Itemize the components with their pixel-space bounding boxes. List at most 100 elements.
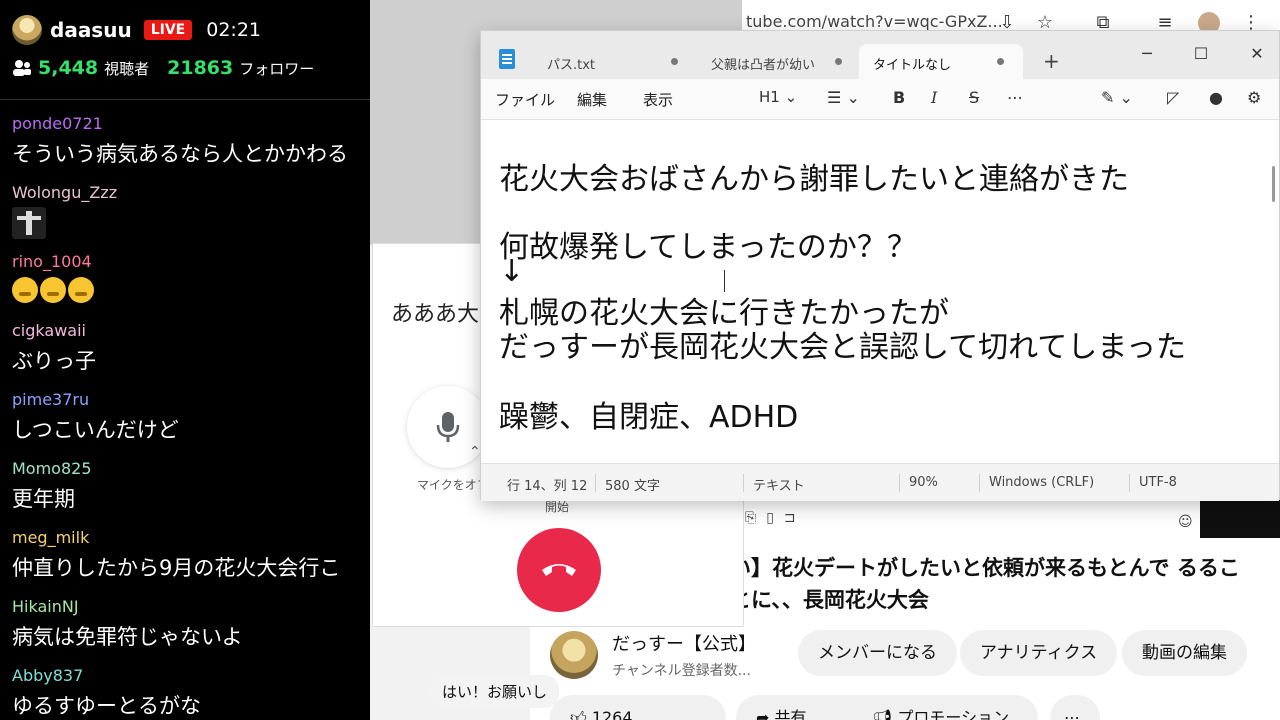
- promotion-button[interactable]: 📢︎ プロモーション: [852, 695, 1038, 720]
- copilot-icon[interactable]: ✎ ⌄: [1101, 88, 1133, 107]
- chat-message: rino_1004: [0, 238, 370, 307]
- edit-video-button[interactable]: 動画の編集: [1122, 630, 1247, 676]
- more-button[interactable]: ⋯: [1050, 695, 1100, 720]
- save-icon[interactable]: ▯: [766, 510, 774, 536]
- clip-icon[interactable]: ⎘: [745, 510, 756, 536]
- viewer-count: 5,448: [38, 57, 99, 79]
- menu-view[interactable]: 表示: [643, 89, 673, 110]
- format-label[interactable]: テキスト: [753, 475, 805, 494]
- lying-face-emoji: [40, 277, 66, 303]
- heading-dropdown[interactable]: H1 ⌄: [759, 88, 797, 106]
- new-tab-icon[interactable]: +: [1043, 49, 1060, 73]
- list-dropdown[interactable]: ☰ ⌄: [827, 88, 860, 107]
- encoding[interactable]: UTF-8: [1139, 475, 1177, 490]
- chat-message: ponde0721 そういう病気あるなら人とかかわる: [0, 100, 370, 169]
- editor-line: 何故爆発してしまったのか？？: [499, 230, 917, 265]
- line-ending[interactable]: Windows (CRLF): [989, 475, 1094, 490]
- notepad-app-icon: [499, 49, 515, 69]
- viewers-icon: [13, 60, 31, 76]
- mic-icon: [436, 412, 460, 442]
- chat-username: meg_milk: [12, 528, 90, 547]
- zoom-level[interactable]: 90%: [909, 475, 938, 490]
- streamer-name: daasuu: [50, 18, 132, 42]
- promotion-label: プロモーション: [897, 708, 1010, 720]
- scrollbar-thumb[interactable]: [1272, 166, 1275, 202]
- feedback-icon[interactable]: ◸: [1167, 88, 1179, 107]
- chat-text: 病気は免罪符じゃないよ: [12, 625, 243, 649]
- cursor-position: 行 14、列 12: [507, 479, 588, 494]
- settings-gear-icon[interactable]: ⚙: [1247, 88, 1261, 107]
- chat-overlay: daasuu LIVE 02:21 5,448 視聴者 21863 フォロワー …: [0, 0, 370, 720]
- channel-subscribers: チャンネル登録者数...: [612, 663, 751, 679]
- italic-icon[interactable]: I: [931, 88, 937, 107]
- heading-label: H1: [759, 88, 780, 106]
- chat-text: 仲直りしたから9月の花火大会行こ: [12, 556, 341, 580]
- chat-message: HikainNJ 病気は免罪符じゃないよ: [0, 583, 370, 652]
- divider: [1129, 474, 1130, 492]
- emoji-icon[interactable]: ☺: [1178, 514, 1193, 530]
- streamer-avatar: [12, 15, 42, 45]
- address-bar[interactable]: tube.com/watch?v=wqc-GPxZ...: [746, 12, 1003, 31]
- like-button[interactable]: 👍︎ 1264: [550, 695, 726, 720]
- tab-pass-txt[interactable]: パス.txt: [533, 44, 683, 79]
- stream-timer: 02:21: [206, 19, 261, 41]
- chevron-up-icon[interactable]: ⌃: [469, 444, 481, 460]
- more-options-icon[interactable]: ⋯: [1007, 88, 1023, 107]
- chat-username: cigkawaii: [12, 321, 86, 340]
- unsaved-dot[interactable]: [835, 58, 842, 65]
- chat-message: Wolongu_Zzz: [0, 169, 370, 239]
- follower-label: フォロワー: [239, 59, 315, 78]
- close-icon[interactable]: ✕: [1237, 39, 1277, 69]
- menu-edit[interactable]: 編集: [577, 89, 607, 110]
- strikethrough-icon[interactable]: S: [969, 88, 979, 107]
- editor-line: 躁鬱、自閉症、ADHD: [499, 400, 799, 435]
- notepad-window: パス.txt 父親は凸者が幼い タイトルなし + ─ ☐ ✕ ファイル 編集 表…: [480, 30, 1280, 501]
- mic-label: マイクをオフ: [417, 478, 489, 492]
- share-label: 共有: [774, 708, 807, 720]
- video-title: い】花火デートがしたいと依頼が来るもとんで るることに、、長岡花火大会: [730, 556, 1240, 612]
- channel-name[interactable]: だっすー【公式】: [612, 630, 756, 656]
- tab-label: タイトルなし: [873, 58, 952, 73]
- channel-info: だっすー【公式】 チャンネル登録者数...: [550, 630, 756, 680]
- chat-text: ぶりっ子: [12, 349, 96, 373]
- menu-bar: ファイル 編集 表示 H1 ⌄ ☰ ⌄ B I S ⋯ ✎ ⌄ ◸ ● ⚙: [481, 79, 1279, 119]
- lying-face-emoji: [68, 277, 94, 303]
- unsaved-dot[interactable]: [997, 58, 1004, 65]
- tab-father[interactable]: 父親は凸者が幼い: [697, 44, 827, 79]
- editor-line: 花火大会おばさんから謝罪したいと連絡がきた: [499, 162, 1129, 197]
- chat-message: cigkawaii ぶりっ子: [0, 307, 370, 376]
- follower-count: 21863: [167, 57, 234, 79]
- call-title: あああ大: [391, 302, 480, 327]
- maximize-icon[interactable]: ☐: [1181, 39, 1221, 69]
- list-icon: ☰: [827, 88, 842, 107]
- chat-message: pime37ru しつこいんだけど: [0, 376, 370, 445]
- crop-icon[interactable]: ⊐: [784, 510, 796, 536]
- account-icon[interactable]: ●: [1209, 88, 1223, 107]
- lying-face-emoji: [12, 277, 38, 303]
- divider: [979, 474, 980, 492]
- member-button[interactable]: メンバーになる: [798, 630, 957, 676]
- phone-hangup-icon: [542, 564, 576, 576]
- channel-avatar[interactable]: [550, 631, 598, 679]
- chat-text: しつこいんだけど: [12, 418, 179, 442]
- hangup-button[interactable]: [517, 528, 601, 612]
- chat-text: 更年期: [12, 487, 75, 511]
- bold-icon[interactable]: B: [893, 88, 905, 107]
- chat-message: Momo825 更年期: [0, 445, 370, 514]
- menu-file[interactable]: ファイル: [495, 89, 555, 110]
- thumbs-up-icon: 👍︎: [570, 708, 592, 720]
- unsaved-dot[interactable]: [671, 58, 678, 65]
- chevron-down-icon: ⌄: [846, 88, 860, 107]
- text-editor[interactable]: 花火大会おばさんから謝罪したいと連絡がきた 何故爆発してしまったのか？？ ↓ 札…: [481, 119, 1279, 463]
- chevron-down-icon: ⌄: [784, 88, 798, 106]
- chat-username: rino_1004: [12, 252, 92, 271]
- figure-emote: [12, 207, 46, 239]
- chat-username: ponde0721: [12, 114, 103, 133]
- comment-bubble: はい！お願いし: [430, 675, 560, 708]
- chat-username: HikainNJ: [12, 597, 79, 616]
- minimize-icon[interactable]: ─: [1127, 39, 1167, 69]
- analytics-button[interactable]: アナリティクス: [960, 630, 1118, 676]
- chat-username: Abby837: [12, 666, 84, 685]
- like-count: 1264: [591, 708, 633, 720]
- chat-username: Wolongu_Zzz: [12, 183, 118, 202]
